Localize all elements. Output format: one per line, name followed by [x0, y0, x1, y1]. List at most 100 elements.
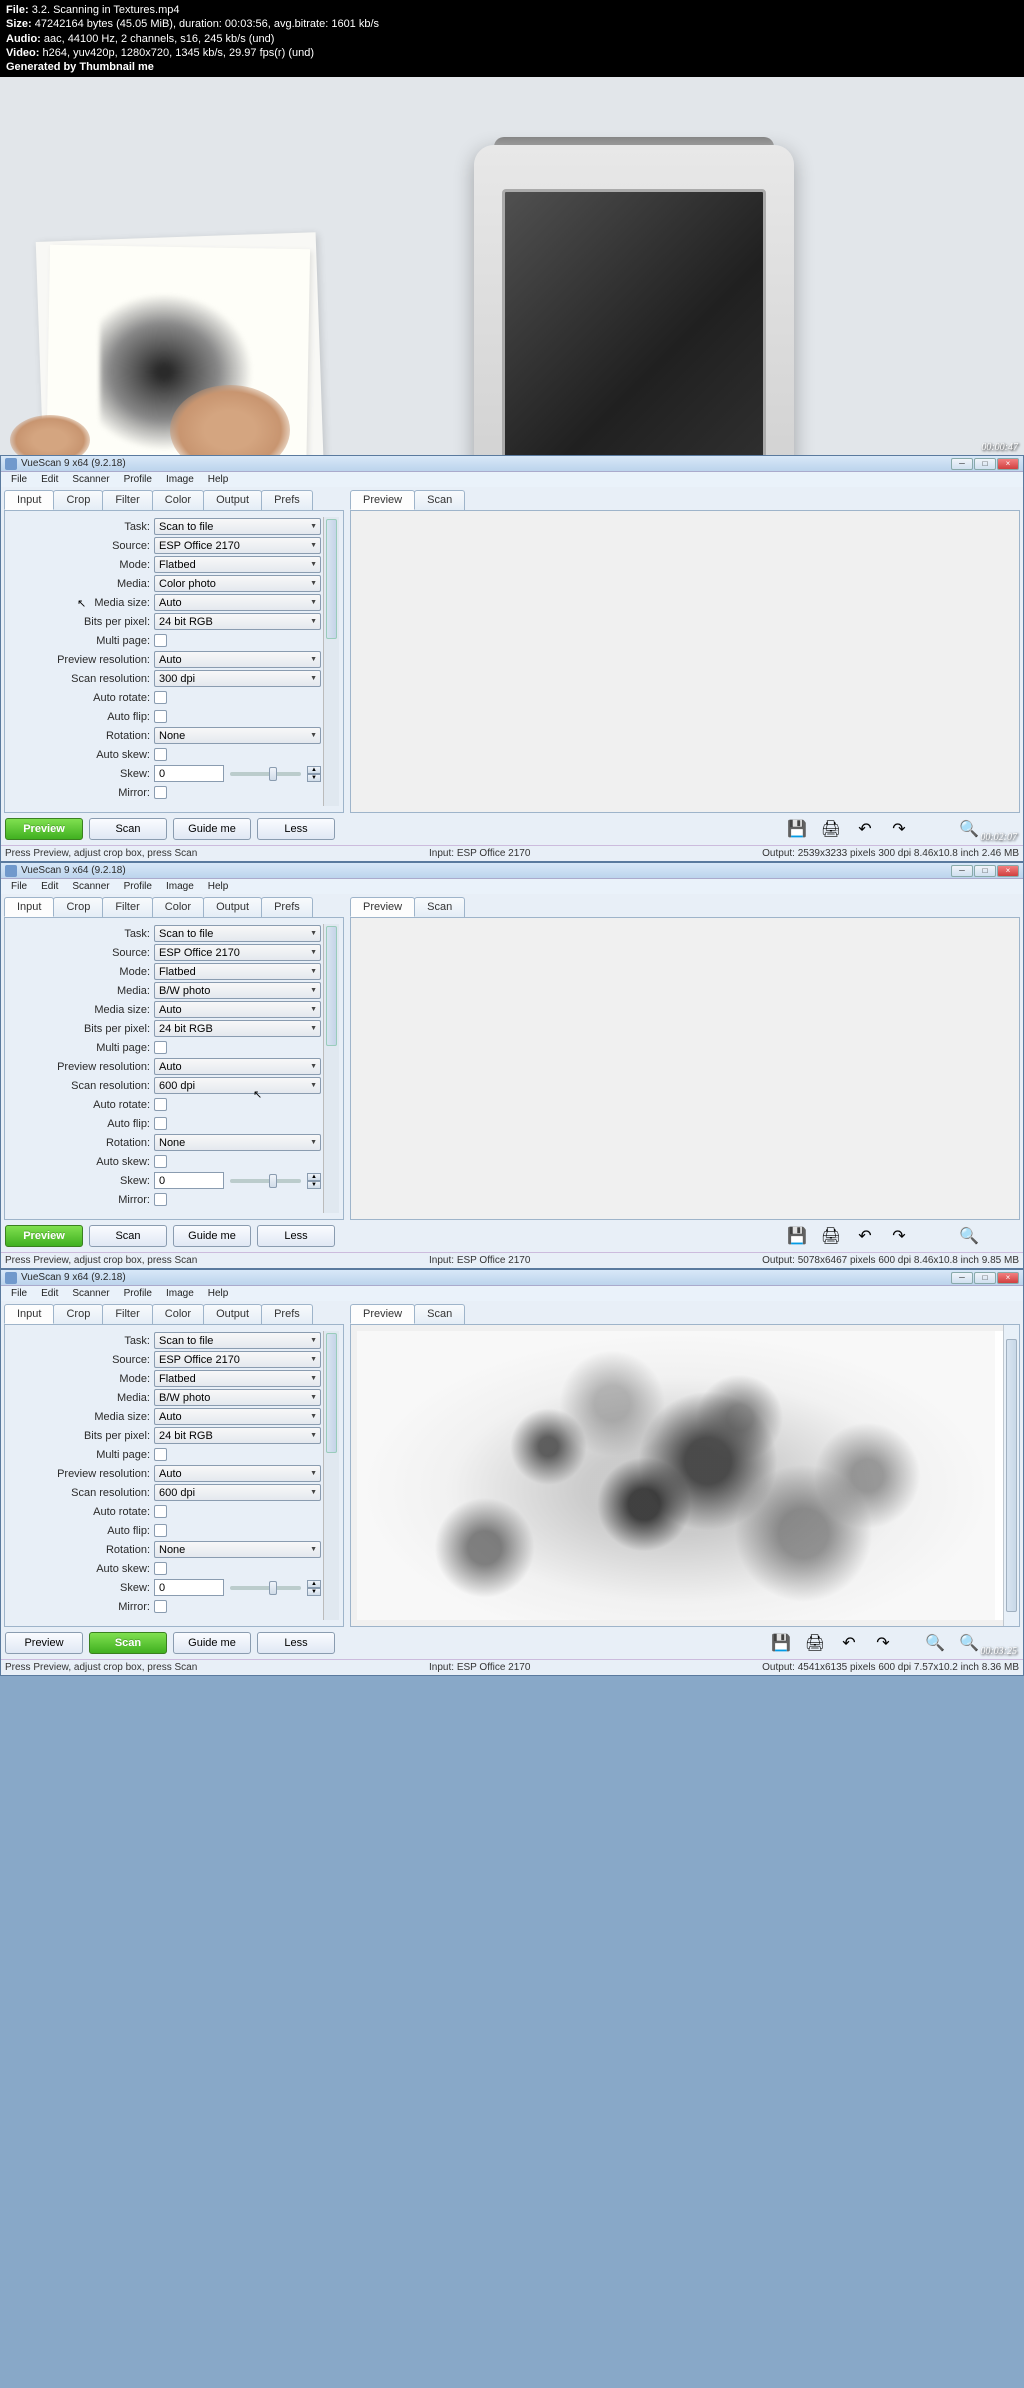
preview-res-dropdown[interactable]: Auto: [154, 1465, 321, 1482]
tab-scan[interactable]: Scan: [414, 490, 465, 510]
preview-button[interactable]: Preview: [5, 818, 83, 840]
tab-input[interactable]: Input: [4, 897, 54, 917]
tab-preview[interactable]: Preview: [350, 1304, 415, 1324]
save-icon[interactable]: 💾: [783, 817, 811, 841]
tab-filter[interactable]: Filter: [102, 490, 152, 510]
tab-input[interactable]: Input: [4, 1304, 54, 1324]
skew-slider[interactable]: [230, 772, 301, 776]
tab-color[interactable]: Color: [152, 1304, 204, 1324]
tab-prefs[interactable]: Prefs: [261, 897, 313, 917]
menu-edit[interactable]: Edit: [35, 880, 64, 893]
save-icon[interactable]: 💾: [767, 1631, 795, 1655]
zoom-icon[interactable]: 🔍: [955, 817, 983, 841]
media-dropdown[interactable]: B/W photo: [154, 1389, 321, 1406]
tab-output[interactable]: Output: [203, 897, 262, 917]
close-button[interactable]: ×: [997, 865, 1019, 877]
rotate-left-icon[interactable]: ↶: [851, 1224, 879, 1248]
rotate-right-icon[interactable]: ↷: [869, 1631, 897, 1655]
auto-skew-checkbox[interactable]: [154, 1562, 167, 1575]
task-dropdown[interactable]: Scan to file: [154, 518, 321, 535]
rotation-dropdown[interactable]: None: [154, 727, 321, 744]
mode-dropdown[interactable]: Flatbed: [154, 963, 321, 980]
menu-edit[interactable]: Edit: [35, 473, 64, 486]
mirror-checkbox[interactable]: [154, 1600, 167, 1613]
mirror-checkbox[interactable]: [154, 786, 167, 799]
guide-button[interactable]: Guide me: [173, 1632, 251, 1654]
print-icon[interactable]: 🖨: [801, 1631, 829, 1655]
titlebar[interactable]: VueScan 9 x64 (9.2.18) ─ □ ×: [1, 1270, 1023, 1286]
tab-prefs[interactable]: Prefs: [261, 490, 313, 510]
menu-edit[interactable]: Edit: [35, 1287, 64, 1300]
tab-output[interactable]: Output: [203, 490, 262, 510]
bpp-dropdown[interactable]: 24 bit RGB: [154, 1020, 321, 1037]
minimize-button[interactable]: ─: [951, 865, 973, 877]
tab-filter[interactable]: Filter: [102, 897, 152, 917]
auto-flip-checkbox[interactable]: [154, 710, 167, 723]
skew-input[interactable]: [154, 1172, 224, 1189]
media-dropdown[interactable]: Color photo: [154, 575, 321, 592]
titlebar[interactable]: VueScan 9 x64 (9.2.18) ─ □ ×: [1, 456, 1023, 472]
skew-spinner[interactable]: ▲▼: [307, 766, 321, 782]
menu-file[interactable]: File: [5, 880, 33, 893]
settings-scrollbar[interactable]: [323, 517, 339, 806]
tab-scan[interactable]: Scan: [414, 1304, 465, 1324]
minimize-button[interactable]: ─: [951, 1272, 973, 1284]
zoom-in-icon[interactable]: 🔍: [955, 1631, 983, 1655]
auto-rotate-checkbox[interactable]: [154, 1505, 167, 1518]
less-button[interactable]: Less: [257, 1632, 335, 1654]
preview-res-dropdown[interactable]: Auto: [154, 1058, 321, 1075]
preview-scrollbar[interactable]: [1003, 1325, 1019, 1626]
settings-scrollbar[interactable]: [323, 924, 339, 1213]
menu-help[interactable]: Help: [202, 1287, 235, 1300]
rotation-dropdown[interactable]: None: [154, 1541, 321, 1558]
menu-profile[interactable]: Profile: [118, 1287, 158, 1300]
skew-slider[interactable]: [230, 1586, 301, 1590]
preview-button[interactable]: Preview: [5, 1632, 83, 1654]
tab-input[interactable]: Input: [4, 490, 54, 510]
tab-crop[interactable]: Crop: [53, 897, 103, 917]
preview-res-dropdown[interactable]: Auto: [154, 651, 321, 668]
settings-scrollbar[interactable]: [323, 1331, 339, 1620]
tab-crop[interactable]: Crop: [53, 490, 103, 510]
scan-button[interactable]: Scan: [89, 818, 167, 840]
auto-skew-checkbox[interactable]: [154, 748, 167, 761]
skew-input[interactable]: [154, 765, 224, 782]
close-button[interactable]: ×: [997, 458, 1019, 470]
auto-flip-checkbox[interactable]: [154, 1524, 167, 1537]
menu-image[interactable]: Image: [160, 1287, 200, 1300]
menu-scanner[interactable]: Scanner: [66, 1287, 115, 1300]
rotate-left-icon[interactable]: ↶: [835, 1631, 863, 1655]
multipage-checkbox[interactable]: [154, 634, 167, 647]
save-icon[interactable]: 💾: [783, 1224, 811, 1248]
menu-scanner[interactable]: Scanner: [66, 880, 115, 893]
media-size-dropdown[interactable]: Auto: [154, 1001, 321, 1018]
mirror-checkbox[interactable]: [154, 1193, 167, 1206]
skew-input[interactable]: [154, 1579, 224, 1596]
task-dropdown[interactable]: Scan to file: [154, 1332, 321, 1349]
scan-res-dropdown[interactable]: 300 dpi: [154, 670, 321, 687]
scan-res-dropdown[interactable]: 600 dpi: [154, 1077, 321, 1094]
less-button[interactable]: Less: [257, 1225, 335, 1247]
tab-crop[interactable]: Crop: [53, 1304, 103, 1324]
skew-spinner[interactable]: ▲▼: [307, 1173, 321, 1189]
scan-button[interactable]: Scan: [89, 1225, 167, 1247]
bpp-dropdown[interactable]: 24 bit RGB: [154, 613, 321, 630]
rotate-right-icon[interactable]: ↷: [885, 817, 913, 841]
menu-file[interactable]: File: [5, 1287, 33, 1300]
tab-output[interactable]: Output: [203, 1304, 262, 1324]
preview-button[interactable]: Preview: [5, 1225, 83, 1247]
close-button[interactable]: ×: [997, 1272, 1019, 1284]
auto-rotate-checkbox[interactable]: [154, 1098, 167, 1111]
scan-res-dropdown[interactable]: 600 dpi: [154, 1484, 321, 1501]
multipage-checkbox[interactable]: [154, 1041, 167, 1054]
tab-color[interactable]: Color: [152, 897, 204, 917]
tab-filter[interactable]: Filter: [102, 1304, 152, 1324]
media-size-dropdown[interactable]: Auto: [154, 594, 321, 611]
guide-button[interactable]: Guide me: [173, 1225, 251, 1247]
source-dropdown[interactable]: ESP Office 2170: [154, 537, 321, 554]
mode-dropdown[interactable]: Flatbed: [154, 556, 321, 573]
rotation-dropdown[interactable]: None: [154, 1134, 321, 1151]
bpp-dropdown[interactable]: 24 bit RGB: [154, 1427, 321, 1444]
source-dropdown[interactable]: ESP Office 2170: [154, 1351, 321, 1368]
auto-skew-checkbox[interactable]: [154, 1155, 167, 1168]
